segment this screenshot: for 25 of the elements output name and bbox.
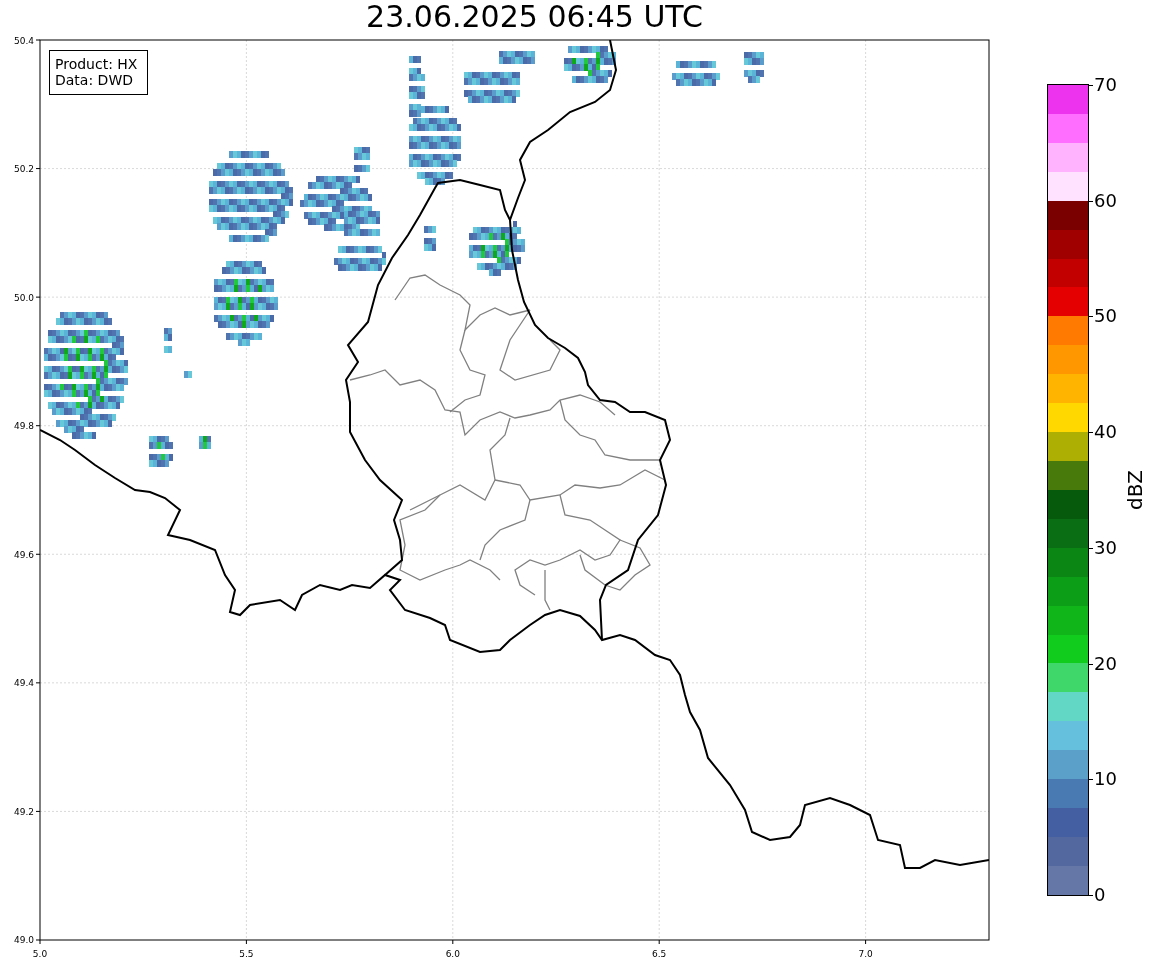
colorbar-label: dBZ [1123, 469, 1148, 511]
y-tick-label: 50.2 [13, 164, 34, 175]
colorbar-tick-label: 40 [1094, 423, 1117, 442]
y-tick-label: 49.4 [13, 678, 34, 689]
colorbar-tick-label: 50 [1094, 307, 1117, 326]
info-text: Product: HX [55, 56, 138, 72]
colorbar-tick-label: 30 [1094, 538, 1117, 557]
x-tick-label: 5.0 [32, 949, 48, 959]
x-tick-label: 6.0 [445, 949, 460, 959]
y-tick-label: 49.2 [13, 806, 34, 817]
y-tick-label: 50.4 [13, 35, 34, 46]
x-tick-label: 5.5 [239, 949, 254, 959]
colorbar-tick-label: 60 [1094, 191, 1117, 210]
y-tick-label: 50.0 [13, 292, 34, 303]
colorbar-tick-label: 10 [1094, 770, 1117, 789]
y-tick-label: 49.0 [13, 935, 34, 946]
y-tick-label: 49.6 [13, 549, 34, 560]
x-tick-label: 6.5 [652, 949, 667, 959]
colorbar-tick-label: 70 [1094, 76, 1117, 94]
chart-title: 23.06.2025 06:45 UTC [366, 0, 703, 34]
x-tick-label: 7.0 [858, 949, 873, 959]
colorbar-tick-label: 0 [1094, 886, 1106, 904]
y-tick-label: 49.8 [13, 421, 34, 432]
colorbar-tick-label: 20 [1094, 654, 1117, 673]
info-text: Data: DWD [55, 72, 133, 88]
